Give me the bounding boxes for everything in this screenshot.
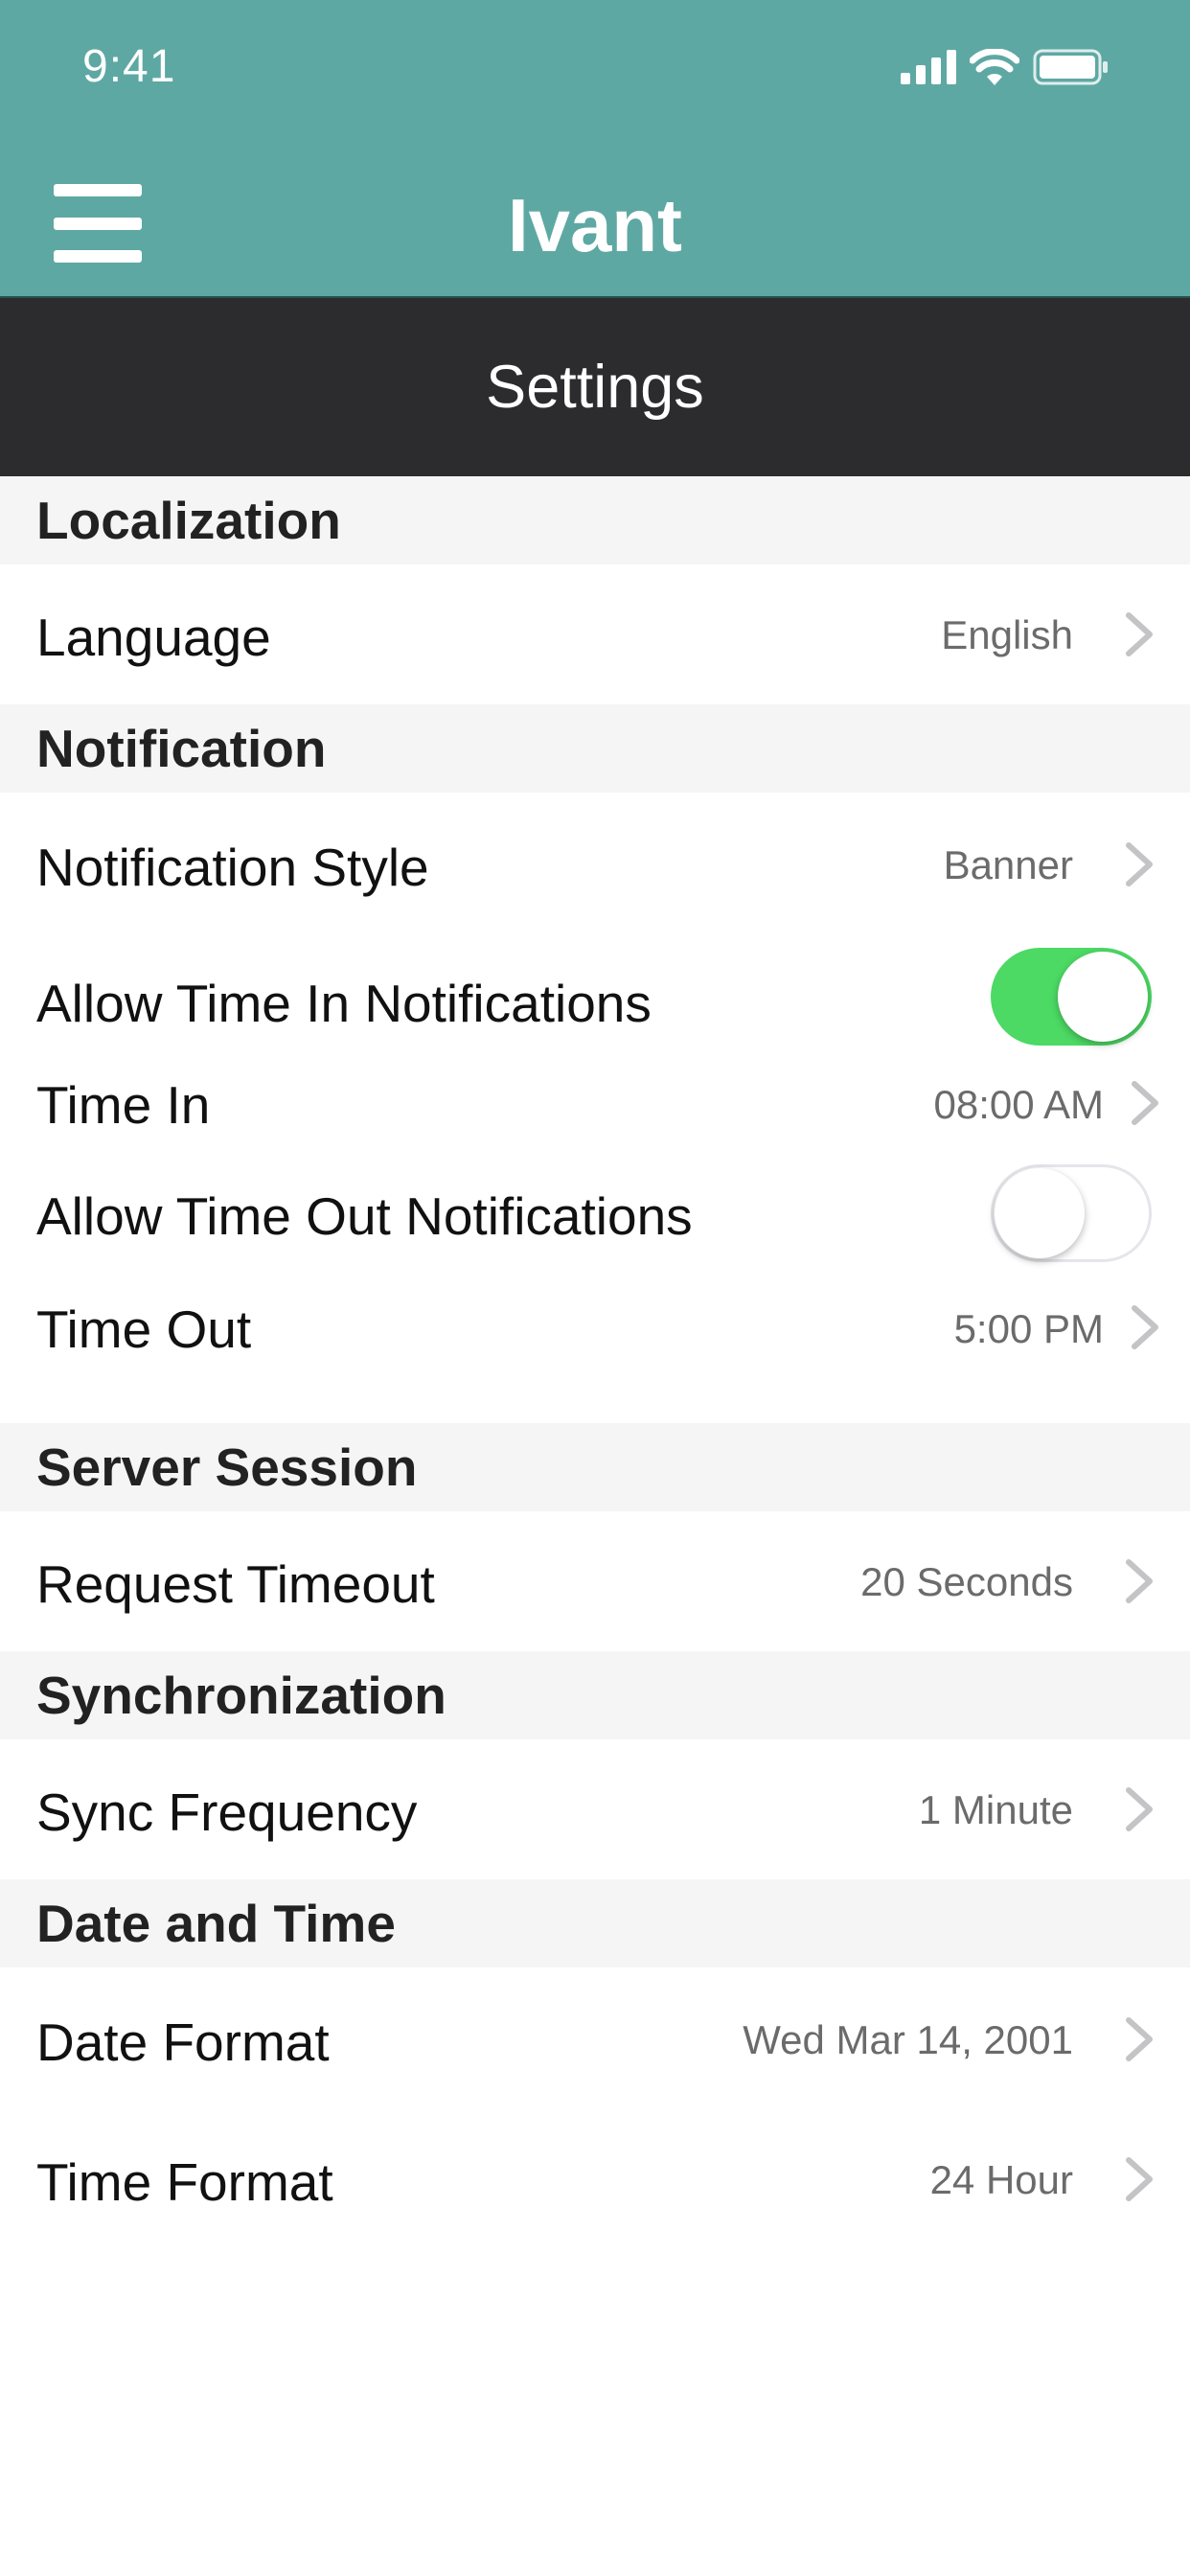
chevron-right-icon: [1126, 1787, 1153, 1831]
sync-frequency-label: Sync Frequency: [36, 1782, 418, 1842]
wifi-icon: [970, 49, 1019, 85]
chevron-right-icon: [1126, 1559, 1153, 1603]
request-timeout-value: 20 Seconds: [860, 1559, 1073, 1604]
status-icons: [901, 44, 1110, 90]
time-in-value: 08:00 AM: [933, 1082, 1104, 1127]
battery-icon: [1033, 49, 1108, 85]
date-format-row[interactable]: Date Format Wed Mar 14, 2001: [0, 1967, 1190, 2107]
language-value: English: [941, 612, 1073, 657]
time-in-row[interactable]: Time In 08:00 AM: [0, 1047, 1190, 1155]
allow-time-in-label: Allow Time In Notifications: [36, 974, 652, 1033]
time-out-label: Time Out: [36, 1300, 252, 1359]
language-row[interactable]: Language English: [0, 564, 1190, 704]
chevron-right-icon: [1126, 842, 1153, 886]
time-format-value: 24 Hour: [929, 2157, 1073, 2202]
chevron-right-icon: [1126, 612, 1153, 656]
section-header-synchronization: Synchronization: [0, 1651, 1190, 1739]
page-title: Settings: [486, 354, 704, 421]
notification-style-value: Banner: [943, 842, 1073, 887]
allow-time-out-row: Allow Time Out Notifications: [0, 1155, 1190, 1270]
time-in-label: Time In: [36, 1075, 211, 1135]
sync-frequency-value: 1 Minute: [918, 1787, 1073, 1832]
time-format-label: Time Format: [36, 2152, 333, 2212]
notification-style-label: Notification Style: [36, 838, 429, 897]
time-out-row[interactable]: Time Out 5:00 PM: [0, 1270, 1190, 1423]
app-title: Ivant: [507, 183, 683, 267]
language-label: Language: [36, 608, 271, 667]
chevron-right-icon: [1132, 1305, 1158, 1349]
date-format-value: Wed Mar 14, 2001: [743, 2017, 1073, 2062]
chevron-right-icon: [1126, 2017, 1153, 2061]
app-header: 9:41 Ivant: [0, 0, 1190, 296]
allow-time-in-toggle[interactable]: [991, 948, 1152, 1046]
cellular-signal-icon: [901, 50, 956, 84]
section-header-localization: Localization: [0, 476, 1190, 564]
page-title-bar: Settings: [0, 296, 1190, 476]
chevron-right-icon: [1132, 1081, 1158, 1125]
date-format-label: Date Format: [36, 2012, 330, 2072]
notification-style-row[interactable]: Notification Style Banner: [0, 793, 1190, 934]
allow-time-out-label: Allow Time Out Notifications: [36, 1186, 693, 1246]
time-format-row[interactable]: Time Format 24 Hour: [0, 2107, 1190, 2247]
toggle-knob: [1058, 952, 1148, 1042]
section-header-server-session: Server Session: [0, 1423, 1190, 1511]
request-timeout-row[interactable]: Request Timeout 20 Seconds: [0, 1511, 1190, 1651]
allow-time-in-row: Allow Time In Notifications: [0, 934, 1190, 1047]
allow-time-out-toggle[interactable]: [991, 1164, 1152, 1262]
toggle-knob: [995, 1168, 1085, 1258]
chevron-right-icon: [1126, 2157, 1153, 2201]
sync-frequency-row[interactable]: Sync Frequency 1 Minute: [0, 1739, 1190, 1879]
time-out-value: 5:00 PM: [953, 1306, 1104, 1351]
request-timeout-label: Request Timeout: [36, 1554, 435, 1614]
section-header-date-and-time: Date and Time: [0, 1879, 1190, 1967]
section-header-notification: Notification: [0, 704, 1190, 793]
status-time: 9:41: [82, 41, 176, 92]
